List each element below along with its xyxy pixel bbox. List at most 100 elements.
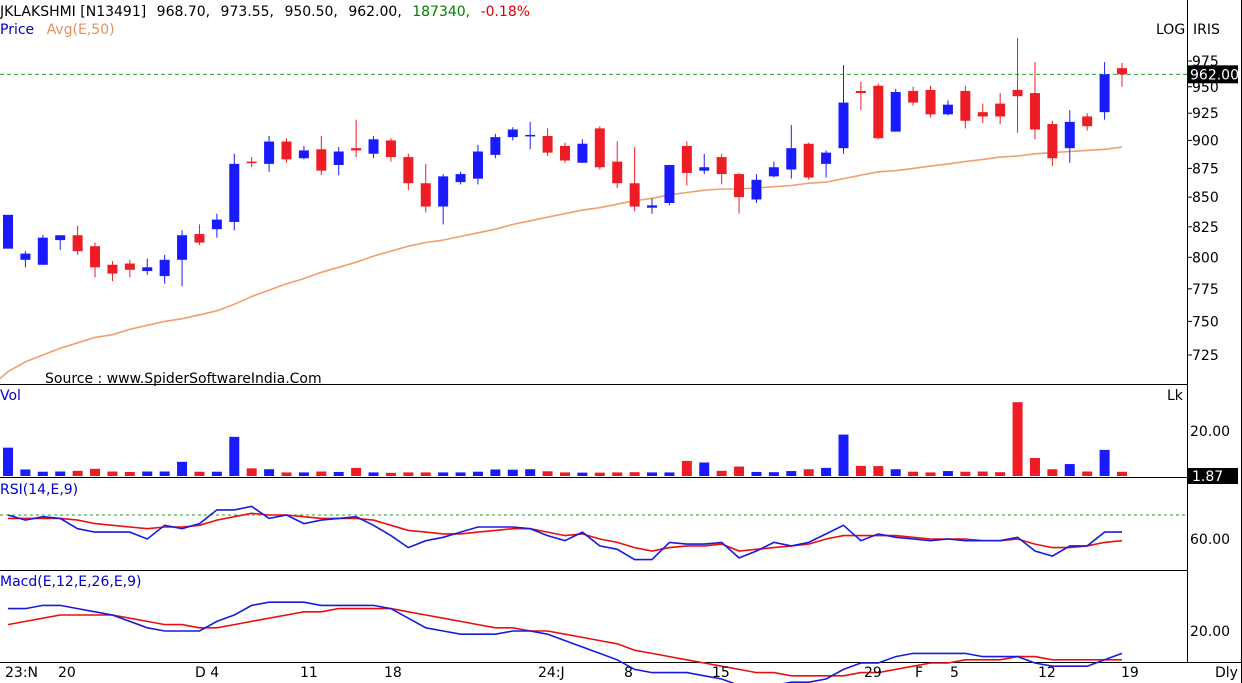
volume-bar xyxy=(420,472,431,476)
volume-bar xyxy=(281,472,292,476)
candle xyxy=(1047,120,1058,167)
candle-body xyxy=(890,92,901,132)
candle-body xyxy=(316,149,327,171)
candle xyxy=(159,254,170,284)
candle-body xyxy=(420,183,431,207)
candle xyxy=(995,93,1006,125)
volume-bar xyxy=(838,434,849,476)
candle xyxy=(681,141,692,186)
volume-bar xyxy=(1012,402,1023,476)
volume-bar xyxy=(908,471,919,476)
candle-body xyxy=(55,235,66,241)
candle xyxy=(37,235,48,265)
candle-body xyxy=(368,139,379,154)
volume-bar xyxy=(1117,471,1127,476)
volume-bar xyxy=(821,467,832,476)
candle xyxy=(786,125,797,179)
x-tick-label: F xyxy=(915,665,923,681)
volume-bar xyxy=(72,470,83,476)
candle xyxy=(107,261,118,282)
volume-panel xyxy=(3,402,1127,476)
candle-body xyxy=(351,148,362,151)
volume-bar xyxy=(229,436,240,476)
chart-header: JKLAKSHMI [N13491] 968.70, 973.55, 950.5… xyxy=(0,4,530,20)
candle-body xyxy=(246,161,257,164)
volume-bar xyxy=(647,472,658,476)
symbol-label: JKLAKSHMI [N13491] xyxy=(0,4,146,20)
current-price-label: 962.00 xyxy=(1190,67,1239,83)
candle-body xyxy=(716,157,727,175)
volume-bar xyxy=(560,472,570,476)
volume-bar xyxy=(211,471,222,476)
volume-bar xyxy=(1047,469,1058,476)
candle-body xyxy=(803,143,814,178)
candle-body xyxy=(385,140,396,158)
candle-body xyxy=(786,148,797,170)
candle xyxy=(942,100,953,116)
candle xyxy=(803,142,814,180)
candle xyxy=(281,138,292,163)
candle-body xyxy=(977,112,988,117)
candle-body xyxy=(333,151,344,165)
volume-bar xyxy=(1029,458,1040,476)
candle xyxy=(124,259,135,278)
price-tick-label: 800 xyxy=(1192,250,1219,266)
candle-body xyxy=(995,103,1006,117)
volume-bar xyxy=(177,461,188,476)
candle-body xyxy=(37,237,48,265)
candle-body xyxy=(873,85,884,139)
volume-bar xyxy=(316,471,327,476)
candle xyxy=(420,163,431,213)
volume-bar xyxy=(960,471,971,476)
candle-body xyxy=(925,89,936,115)
volume-bar xyxy=(629,472,640,476)
candle xyxy=(890,88,901,132)
volume-bar xyxy=(681,460,692,476)
volume-bar xyxy=(1064,464,1075,476)
volume-bar xyxy=(577,472,588,476)
candle xyxy=(264,136,275,172)
volume-bar xyxy=(368,472,379,476)
candle-body xyxy=(403,157,414,184)
volume-bar xyxy=(385,472,396,476)
volume-bar xyxy=(3,447,13,476)
x-tick-label: 20 xyxy=(58,665,76,681)
x-tick-label: 12 xyxy=(1038,665,1056,681)
candle-body xyxy=(1047,124,1058,159)
candle xyxy=(908,86,919,106)
brand-label: IRIS xyxy=(1193,22,1220,38)
volume-bar xyxy=(298,472,309,476)
candle-body xyxy=(298,150,309,159)
macd-tick-label: 20.00 xyxy=(1190,624,1230,640)
candle-body xyxy=(264,141,275,164)
x-tick-label: 24:J xyxy=(538,665,565,681)
candle xyxy=(490,133,501,159)
candle-body xyxy=(821,152,832,164)
x-tick-label: 18 xyxy=(384,665,402,681)
candle xyxy=(246,157,257,168)
candle xyxy=(20,251,31,268)
candle xyxy=(960,85,971,129)
x-tick-label: 15 xyxy=(712,665,730,681)
candle xyxy=(855,81,866,111)
legend-price: Price xyxy=(0,22,34,38)
candle-body xyxy=(1012,89,1023,97)
x-tick-label: 23:N xyxy=(5,665,38,681)
candle xyxy=(177,230,188,287)
candle xyxy=(3,214,13,249)
rsi-panel xyxy=(0,505,1187,561)
candle xyxy=(472,144,483,185)
candle-body xyxy=(1117,68,1127,75)
candle-body xyxy=(768,167,779,177)
candle-body xyxy=(507,129,518,138)
candle-body xyxy=(90,246,101,268)
volume-bar xyxy=(699,462,710,476)
candle-body xyxy=(612,161,623,184)
volume-value: 187340, xyxy=(412,4,470,20)
rsi-tick-label: 60.00 xyxy=(1190,532,1230,548)
volume-bar xyxy=(124,471,135,476)
volume-tick-label: 20.00 xyxy=(1190,424,1230,440)
volume-bar xyxy=(142,471,153,476)
close-value: 962.00, xyxy=(348,4,401,20)
rsi-line xyxy=(7,505,1122,561)
